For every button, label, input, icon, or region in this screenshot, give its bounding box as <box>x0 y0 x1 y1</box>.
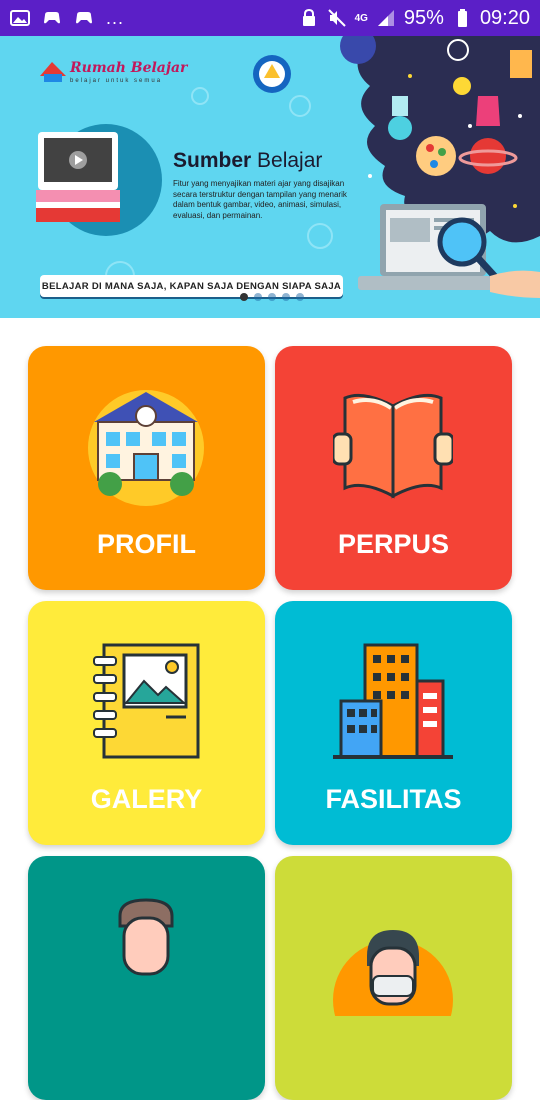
menu-tile-galery[interactable]: GALERY <box>28 601 265 845</box>
logo-text: Rumah Belajar <box>70 60 188 76</box>
menu-tile-label: GALERY <box>90 784 203 814</box>
science-space-illustration <box>340 36 540 298</box>
banner-description: Fitur yang menyajikan materi ajar yang d… <box>173 179 347 220</box>
kemdikbud-emblem-icon <box>253 55 291 93</box>
slide-dot[interactable] <box>296 293 304 301</box>
banner-title: Sumber Belajar <box>173 149 323 172</box>
menu-tile-label: PERPUS <box>337 529 450 559</box>
rumah-belajar-logo-icon <box>40 62 66 82</box>
menu-tile-teacher[interactable] <box>28 856 265 1100</box>
menu-tile-fasilitas[interactable]: FASILITAS <box>275 601 512 845</box>
slide-dot[interactable] <box>282 293 290 301</box>
school-building-icon <box>88 390 204 506</box>
photo-album-icon <box>93 643 200 759</box>
menu-tile-student[interactable] <box>275 856 512 1100</box>
logo-subtext: belajar untuk semua <box>70 78 163 84</box>
slide-dot[interactable] <box>254 293 262 301</box>
clock: 09:20 <box>479 6 530 29</box>
menu-tile-profil[interactable]: PROFIL <box>28 346 265 590</box>
menu-tile-label: FASILITAS <box>325 784 462 814</box>
mute-icon <box>327 9 346 27</box>
slide-dot[interactable] <box>240 293 248 301</box>
city-buildings-icon <box>333 643 453 759</box>
slide-dot[interactable] <box>268 293 276 301</box>
teacher-avatar-icon <box>118 898 174 976</box>
battery-icon <box>457 9 467 27</box>
slide-indicator[interactable] <box>240 293 304 301</box>
hero-banner[interactable]: Rumah Belajar belajar untuk semua Sumber… <box>0 36 540 318</box>
menu-tile-perpus[interactable]: PERPUS <box>275 346 512 590</box>
status-bar: ... 4G 95% 09:20 <box>0 0 540 36</box>
battery-percent: 95% <box>403 6 444 29</box>
gamepad-icon <box>44 12 60 24</box>
video-lesson-illustration <box>36 124 162 236</box>
lock-icon <box>302 8 315 26</box>
signal-icon <box>377 10 394 26</box>
student-avatar-icon <box>333 930 453 1016</box>
gamepad-icon <box>76 12 92 24</box>
open-book-icon <box>333 393 453 499</box>
image-icon <box>10 10 30 26</box>
menu-tile-label: PROFIL <box>97 529 196 559</box>
network-type: 4G <box>354 12 368 24</box>
notification-overflow: ... <box>106 7 125 28</box>
